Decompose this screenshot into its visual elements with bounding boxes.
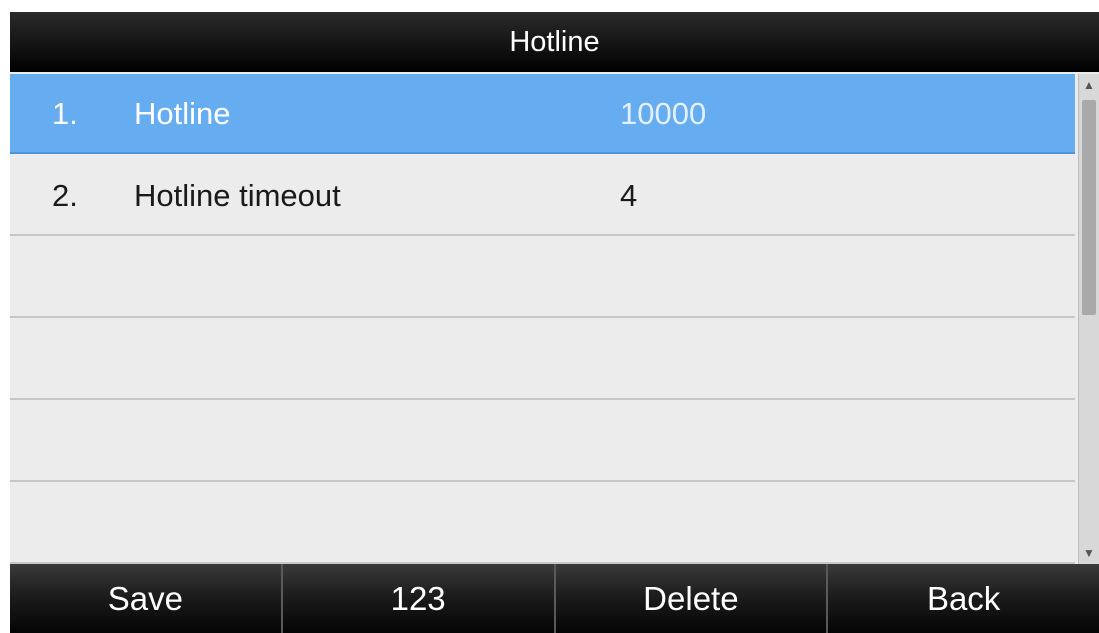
scroll-up-arrow-icon[interactable]: ▲ [1079,74,1099,96]
list-item-hotline-timeout[interactable]: 2. Hotline timeout 4 [10,156,1075,236]
hotline-timeout-field[interactable]: 4 [620,178,637,214]
phone-screen: Hotline 1. Hotline 10000 2. Hotline time… [10,12,1099,633]
softkey-bar: Save 123 Delete Back [10,564,1099,633]
list-item-index: 2. [52,178,78,213]
title-bar: Hotline [10,12,1099,72]
save-button[interactable]: Save [10,564,283,633]
list-item-empty [10,484,1075,564]
list-item-empty [10,238,1075,318]
list-item-label: Hotline timeout [134,178,341,213]
scrollbar[interactable]: ▲ ▼ [1078,74,1099,564]
list-item-hotline[interactable]: 1. Hotline 10000 [10,74,1075,154]
hotline-number-field[interactable]: 10000 [620,96,706,132]
list-item-empty [10,402,1075,482]
page-title: Hotline [509,25,600,58]
back-button[interactable]: Back [828,564,1099,633]
list-item-label: Hotline [134,96,231,131]
settings-list: 1. Hotline 10000 2. Hotline timeout 4 [10,74,1075,564]
list-item-index: 1. [52,96,78,131]
list-item-empty [10,320,1075,400]
input-mode-button[interactable]: 123 [283,564,556,633]
scroll-down-arrow-icon[interactable]: ▼ [1079,542,1099,564]
delete-button[interactable]: Delete [556,564,829,633]
scroll-thumb[interactable] [1082,100,1096,315]
